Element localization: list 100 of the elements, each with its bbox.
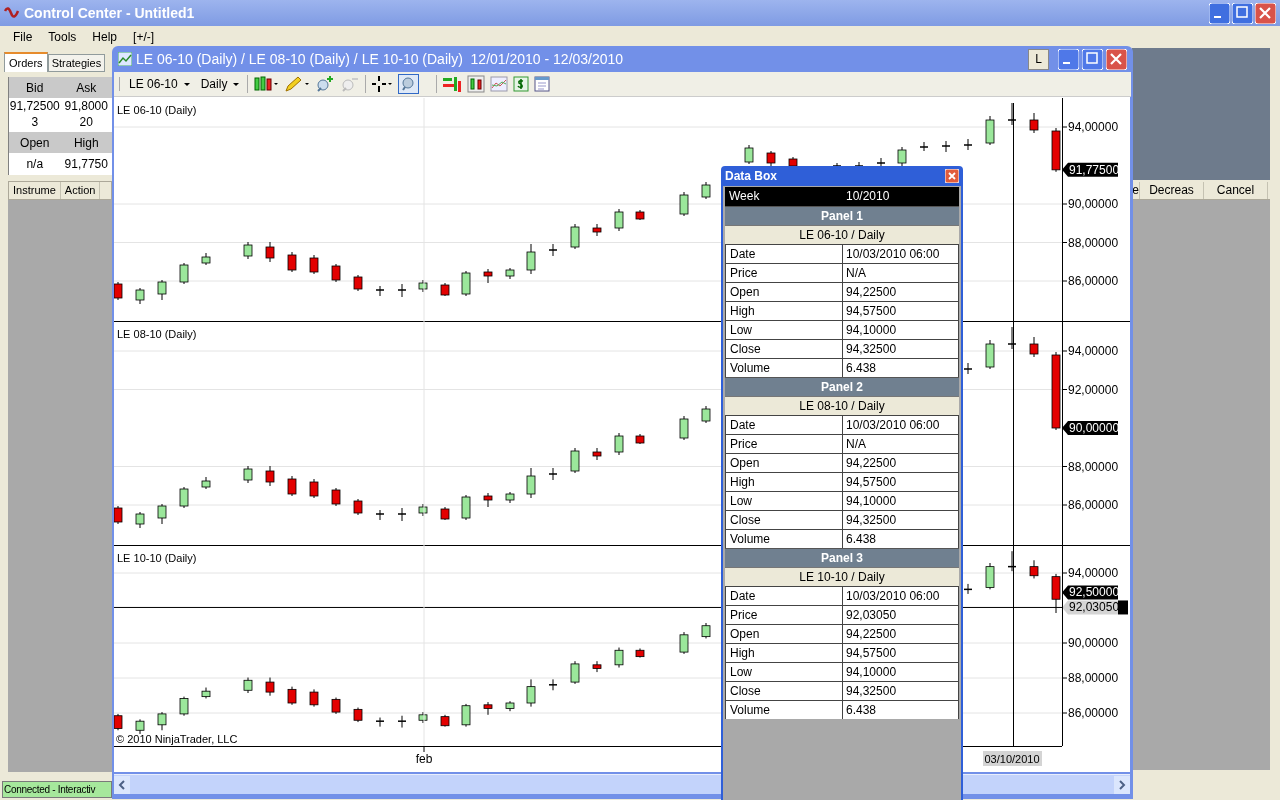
candlestick — [679, 415, 689, 441]
quote-value: 91,72500 — [9, 98, 61, 115]
pencil-icon[interactable] — [284, 75, 311, 93]
wave-icon — [4, 5, 20, 21]
window-title: Control Center - Untitled1 — [24, 3, 195, 23]
window-icon[interactable] — [534, 75, 551, 93]
series-header: LE 10-10 / Daily — [725, 567, 959, 586]
close-button[interactable] — [1106, 48, 1127, 70]
tab[interactable]: Orders — [4, 52, 48, 72]
candlestick — [963, 362, 973, 375]
candlestick — [179, 696, 189, 717]
magnifier-icon[interactable] — [398, 74, 420, 94]
window-title: Data Box — [725, 168, 777, 185]
candle-chart-icon[interactable] — [467, 75, 486, 93]
line-chart-icon[interactable] — [490, 75, 509, 93]
minimize-button[interactable] — [1058, 48, 1079, 70]
candlestick — [114, 505, 123, 525]
column-header[interactable]: Cancel — [1204, 182, 1268, 199]
column-header: High — [72, 134, 100, 152]
candlestick — [701, 405, 711, 424]
column-header[interactable]: Decreas — [1140, 182, 1204, 199]
price-label: 92,00000 — [1068, 382, 1119, 397]
row-value: 92,03050 — [845, 607, 898, 624]
candlestick — [963, 138, 973, 151]
row-value: 94,10000 — [845, 664, 898, 681]
column-header[interactable]: Instrume — [9, 182, 61, 199]
candlestick — [397, 507, 407, 522]
candlestick — [375, 717, 385, 728]
close-button[interactable] — [945, 169, 959, 183]
candlestick — [483, 492, 493, 508]
candlestick — [201, 476, 211, 490]
chart-icon — [118, 52, 132, 66]
candlestick — [592, 223, 602, 237]
panel-header: Panel 1 — [725, 206, 959, 225]
candlestick — [1007, 326, 1017, 350]
row-value: 94,57500 — [845, 303, 898, 320]
candlestick — [440, 714, 450, 728]
candlestick-icon[interactable] — [253, 75, 280, 93]
caret-icon[interactable] — [233, 82, 240, 86]
candlestick — [526, 467, 536, 499]
candlestick — [985, 339, 995, 370]
last-price-marker: 92,50000 — [1062, 585, 1120, 600]
candlestick — [570, 660, 580, 685]
price-label: 88,00000 — [1068, 671, 1119, 685]
tick-mark — [1061, 572, 1068, 574]
crosshair-icon[interactable] — [371, 75, 394, 93]
candlestick — [505, 700, 515, 712]
minimize-button[interactable] — [1209, 2, 1230, 24]
candlestick — [526, 678, 536, 708]
row-value: 10/03/2010 06:00 — [845, 417, 941, 434]
tick-mark — [1061, 677, 1068, 679]
menu-item[interactable]: Help — [91, 28, 119, 46]
caret-icon[interactable] — [183, 82, 190, 86]
price-label: 86,00000 — [1068, 706, 1119, 720]
row-label: Volume — [726, 701, 843, 719]
candlestick — [135, 718, 145, 735]
menu-item[interactable]: Tools — [47, 28, 78, 46]
series-header: LE 06-10 / Daily — [725, 225, 959, 244]
zoom-in-icon[interactable] — [315, 75, 336, 93]
dropdown[interactable]: Daily — [197, 74, 243, 94]
candlestick — [897, 146, 907, 167]
price-label: 86,00000 — [1068, 498, 1119, 512]
price-label: 94,00000 — [1068, 566, 1119, 580]
candlestick — [418, 711, 428, 724]
panel-header: Panel 2 — [725, 377, 959, 396]
dropdown[interactable]: LE 06-10 — [126, 74, 193, 94]
candlestick — [243, 677, 253, 694]
row-value: 94,22500 — [845, 284, 898, 301]
tab[interactable]: Strategies — [47, 54, 106, 72]
maximize-button[interactable] — [1232, 2, 1253, 24]
date-label: feb — [415, 752, 433, 766]
price-label: 86,00000 — [1068, 274, 1119, 288]
candlestick — [1029, 336, 1039, 358]
candlestick — [397, 715, 407, 729]
series-header: LE 08-10 / Daily — [725, 396, 959, 415]
maximize-button[interactable] — [1082, 48, 1103, 70]
row-value: 94,32500 — [845, 512, 898, 529]
row-value: 94,10000 — [845, 322, 898, 339]
candlestick — [157, 503, 167, 525]
candlestick — [201, 252, 211, 266]
menu-item[interactable]: File — [12, 28, 34, 46]
candlestick — [1007, 102, 1017, 126]
candlestick — [287, 686, 297, 706]
link-button[interactable]: L — [1028, 48, 1049, 70]
dollar-icon[interactable] — [513, 75, 530, 93]
menu-item[interactable]: [+/-] — [132, 28, 156, 46]
candlestick — [353, 274, 363, 292]
tick-mark — [1061, 126, 1068, 128]
bars-icon[interactable] — [442, 75, 463, 93]
candlestick — [243, 241, 253, 260]
tick-mark — [1061, 504, 1068, 506]
grip-icon — [118, 75, 121, 93]
tick-mark — [1061, 350, 1068, 352]
column-header: Open — [19, 134, 51, 152]
quote-value: n/a — [25, 156, 45, 173]
column-header[interactable]: Action — [60, 182, 101, 199]
candlestick — [265, 241, 275, 263]
price-label: 94,00000 — [1068, 120, 1119, 134]
close-button[interactable] — [1255, 2, 1276, 24]
candlestick — [701, 622, 711, 639]
